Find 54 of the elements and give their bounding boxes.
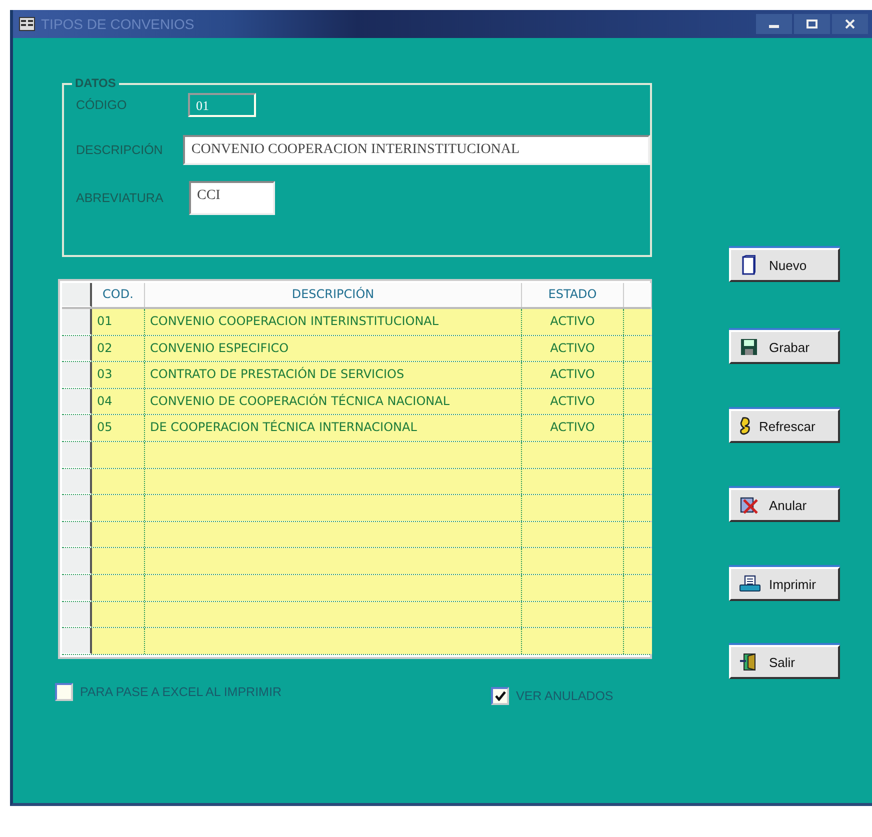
- input-field[interactable]: CCI: [189, 181, 275, 215]
- table-cell: 01: [92, 309, 145, 335]
- row-selector[interactable]: [62, 468, 92, 494]
- close-button[interactable]: [832, 14, 868, 34]
- table-cell: ACTIVO: [522, 309, 624, 335]
- checkbox-label: PARA PASE A EXCEL AL IMPRIMIR: [80, 684, 282, 699]
- checkbox-label: VER ANULADOS: [516, 688, 614, 703]
- table-cell: 04: [92, 388, 145, 414]
- table-cell: CONTRATO DE PRESTACIÓN DE SERVICIOS: [145, 362, 522, 388]
- table-cell: ACTIVO: [522, 362, 624, 388]
- table-cell: 05: [92, 415, 145, 441]
- field-label: CÓDIGO: [75, 98, 128, 112]
- checkbox[interactable]: [55, 682, 73, 701]
- field-label: ABREVIATURA: [75, 191, 164, 205]
- cancel-icon: [739, 495, 761, 515]
- row-selector[interactable]: [62, 336, 92, 362]
- row-selector[interactable]: [62, 309, 92, 335]
- toolbar-button[interactable]: Imprimir: [729, 567, 840, 601]
- table-cell: CONVENIO COOPERACION INTERINSTITUCIONAL: [145, 309, 522, 335]
- table-cell: CONVENIO DE COOPERACIÓN TÉCNICA NACIONAL: [145, 388, 522, 414]
- close-icon: [844, 19, 856, 29]
- row-selector[interactable]: [62, 442, 92, 468]
- row-selector[interactable]: [62, 602, 92, 628]
- table-cell: ACTIVO: [522, 388, 624, 414]
- table-cell: ACTIVO: [522, 415, 624, 441]
- toolbar-button[interactable]: Nuevo: [729, 248, 840, 282]
- table-cell: DE COOPERACION TÉCNICA INTERNACIONAL: [145, 415, 522, 441]
- figure-icon: [739, 416, 751, 436]
- row-selector[interactable]: [62, 548, 92, 574]
- maximize-button[interactable]: [794, 14, 830, 34]
- table-cell: CONVENIO ESPECIFICO: [145, 336, 522, 362]
- input-field[interactable]: CONVENIO COOPERACION INTERINSTITUCIONAL: [183, 135, 650, 165]
- checkbox[interactable]: [491, 686, 509, 705]
- checkmark-icon: [494, 690, 506, 701]
- group-legend: DATOS: [72, 76, 119, 90]
- table-cell: 02: [92, 336, 145, 362]
- toolbar-button[interactable]: Refrescar: [729, 409, 840, 443]
- row-selector[interactable]: [62, 628, 92, 654]
- row-selector[interactable]: [62, 362, 92, 388]
- toolbar-button[interactable]: Grabar: [729, 330, 840, 364]
- form-icon: [19, 17, 35, 31]
- toolbar-button[interactable]: Anular: [729, 488, 840, 522]
- minimize-button[interactable]: [756, 14, 792, 34]
- maximize-icon: [806, 19, 818, 29]
- row-selector[interactable]: [62, 574, 92, 601]
- field-label: DESCRIPCIÓN: [75, 143, 164, 157]
- row-selector[interactable]: [62, 415, 92, 441]
- row-selector[interactable]: [62, 495, 92, 521]
- row-selector[interactable]: [62, 522, 92, 548]
- row-selector[interactable]: [62, 388, 92, 414]
- toolbar-button[interactable]: Salir: [729, 645, 840, 679]
- table-cell: 03: [92, 362, 145, 388]
- table-cell: ACTIVO: [522, 336, 624, 362]
- printer-icon: [739, 574, 761, 594]
